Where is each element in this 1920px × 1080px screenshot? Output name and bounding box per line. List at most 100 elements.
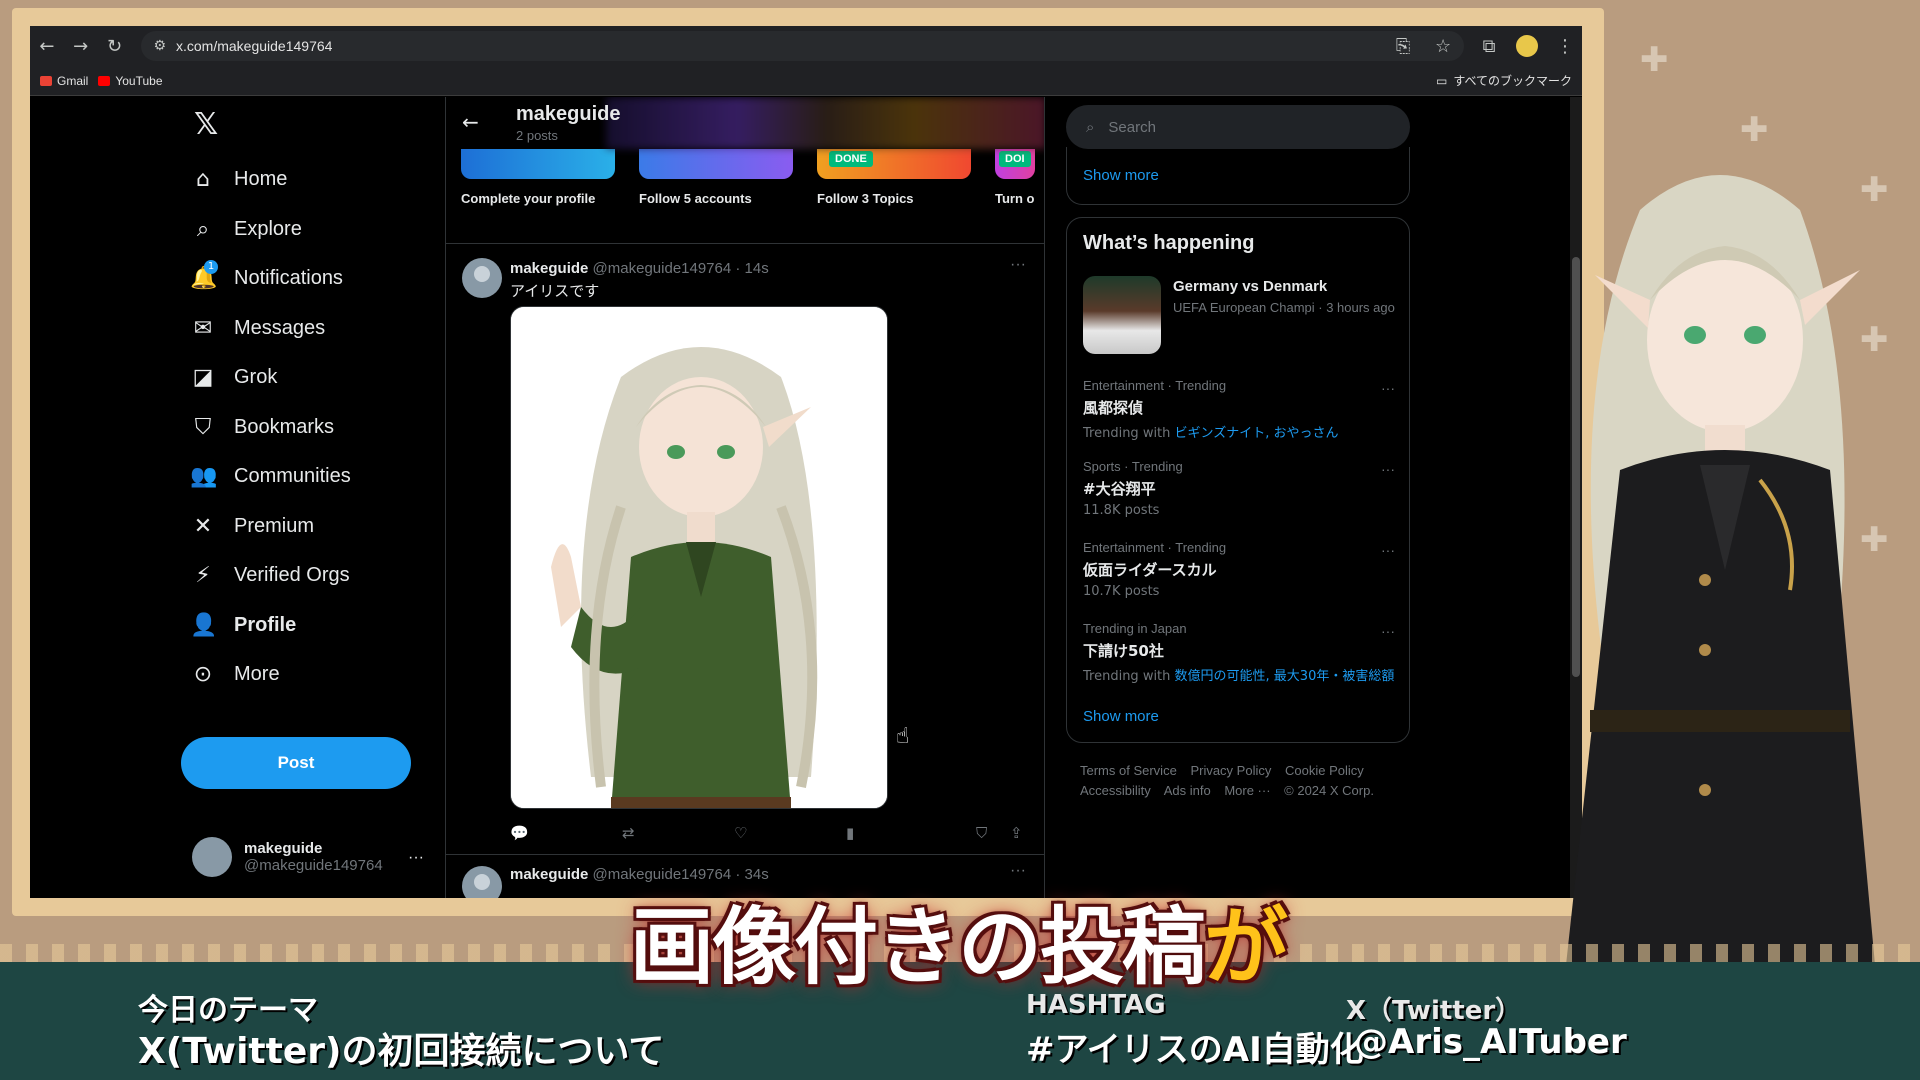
trend-more-icon[interactable]: ···	[1381, 380, 1395, 396]
search-icon: ⌕	[196, 216, 210, 242]
trend-link[interactable]: ビギンズナイト, おやっさん	[1175, 426, 1339, 441]
sidebar-item-label: Grok	[234, 366, 278, 389]
caption-highlight: が	[1204, 898, 1288, 996]
footer-link[interactable]: Ads info	[1164, 783, 1211, 798]
onboarding-card[interactable]: DOI Turn o	[995, 149, 1035, 206]
account-switcher[interactable]: makeguide @makeguide149764	[192, 837, 383, 877]
footer-link[interactable]: Cookie Policy	[1285, 763, 1364, 778]
sidebar-item-profile[interactable]: 👤 Profile	[190, 601, 351, 651]
card-banner: DOI	[995, 149, 1035, 179]
hand-cursor-icon: ☝	[896, 724, 910, 749]
trend-category: Entertainment · Trending	[1083, 378, 1227, 393]
back-arrow-icon[interactable]: ←	[462, 110, 479, 134]
all-bookmarks[interactable]: ▭ すべてのブックマーク	[1436, 72, 1572, 89]
home-icon: ⌂	[196, 167, 210, 193]
bookmark-icon[interactable]: ⛉	[976, 824, 987, 842]
kebab-menu-icon[interactable]: ⋮	[1548, 29, 1582, 63]
sidebar-item-communities[interactable]: 👥 Communities	[190, 452, 351, 502]
sidebar-item-messages[interactable]: ✉ Messages	[190, 304, 351, 354]
tweet-more-icon[interactable]: ···	[1010, 256, 1026, 274]
account-more-icon[interactable]: ···	[408, 849, 424, 867]
onboarding-card[interactable]: DONE Follow 3 Topics	[817, 149, 971, 206]
retweet-icon[interactable]: ⇄	[622, 824, 635, 842]
search-input[interactable]: ⌕ Search	[1066, 105, 1410, 149]
address-bar[interactable]: ⚙ x.com/makeguide149764 ⎘ ☆	[141, 29, 1465, 63]
trend-link[interactable]: 数億円の可能性, 最大30年・被害総額	[1175, 669, 1395, 684]
browser-toolbar: ← → ↻ ⚙ x.com/makeguide149764 ⎘ ☆ ⧉ ⋮	[30, 26, 1582, 66]
trend-more-icon[interactable]: ···	[1381, 542, 1395, 558]
footer-link[interactable]: More ···	[1224, 783, 1270, 798]
sidebar-item-home[interactable]: ⌂ Home	[190, 155, 351, 205]
trend-more-icon[interactable]: ···	[1381, 461, 1395, 477]
anime-character-illustration	[511, 307, 887, 808]
caption-text: 画像付きの投稿	[630, 898, 1206, 996]
sidebar-item-notifications[interactable]: 🔔 1 Notifications	[190, 254, 351, 304]
divider	[446, 854, 1044, 855]
card-banner	[639, 149, 793, 179]
sidebar-item-label: Home	[234, 168, 288, 191]
sidebar-item-more[interactable]: ⊙ More	[190, 650, 351, 700]
like-icon[interactable]: ♡	[734, 824, 747, 842]
bookmark-gmail[interactable]: Gmail	[40, 74, 88, 88]
sidebar-item-label: Notifications	[234, 267, 343, 290]
tweet-actions: 💬 ⇄ ♡ ▮ ⛉ ⇪	[510, 824, 1032, 846]
trend-sub: 10.7K posts	[1083, 584, 1395, 599]
featured-event[interactable]: Germany vs Denmark UEFA European Champi …	[1083, 276, 1395, 354]
avatar[interactable]	[462, 866, 502, 898]
account-name: makeguide	[244, 840, 323, 857]
tweet-image[interactable]	[510, 306, 888, 809]
plus-decoration: ✚	[1740, 110, 1769, 150]
tweet-more-icon[interactable]: ···	[1010, 862, 1026, 880]
onboarding-card[interactable]: Follow 5 accounts	[639, 149, 793, 206]
panel-title: What’s happening	[1083, 232, 1255, 254]
bookmark-label: YouTube	[115, 73, 163, 88]
show-more-link[interactable]: Show more	[1083, 167, 1159, 184]
trend-name: #大谷翔平	[1083, 480, 1156, 498]
url-text: x.com/makeguide149764	[176, 38, 333, 54]
footer-link[interactable]: Accessibility	[1080, 783, 1151, 798]
footer-link[interactable]: Terms of Service	[1080, 763, 1177, 778]
trend-category: Entertainment · Trending	[1083, 540, 1227, 555]
all-bookmarks-label: すべてのブックマーク	[1453, 74, 1572, 88]
site-settings-icon[interactable]: ⚙	[153, 38, 166, 54]
bookmark-label: Gmail	[57, 73, 89, 88]
trend-item[interactable]: Entertainment · Trending 仮面ライダースカル 10.7K…	[1083, 540, 1395, 599]
divider	[446, 243, 1044, 244]
reload-icon[interactable]: ↻	[98, 29, 132, 63]
trend-more-icon[interactable]: ···	[1381, 623, 1395, 639]
forward-icon[interactable]: →	[64, 29, 98, 63]
install-icon[interactable]: ⎘	[1386, 29, 1420, 63]
sidebar-item-verified-orgs[interactable]: ⚡ Verified Orgs	[190, 551, 351, 601]
post-button[interactable]: Post	[181, 737, 411, 789]
theme-title: X(Twitter)の初回接続について	[138, 1031, 665, 1072]
views-icon[interactable]: ▮	[846, 824, 854, 842]
folder-icon: ▭	[1435, 73, 1448, 88]
sidebar-item-premium[interactable]: ✕ Premium	[190, 502, 351, 552]
star-icon[interactable]: ☆	[1426, 29, 1460, 63]
hashtag-label: HASHTAG	[1026, 990, 1166, 1020]
sidebar-item-bookmarks[interactable]: ⛉ Bookmarks	[190, 403, 351, 453]
footer-link[interactable]: Privacy Policy	[1190, 763, 1271, 778]
show-more-link[interactable]: Show more	[1083, 708, 1159, 725]
back-icon[interactable]: ←	[30, 29, 64, 63]
sidebar-item-grok[interactable]: ◪ Grok	[190, 353, 351, 403]
sidebar-item-explore[interactable]: ⌕ Explore	[190, 205, 351, 255]
tweet-author-name[interactable]: makeguide	[510, 260, 588, 277]
tweet-author-name[interactable]: makeguide	[510, 866, 588, 883]
reply-icon[interactable]: 💬	[510, 824, 529, 842]
extensions-icon[interactable]: ⧉	[1472, 29, 1506, 63]
bookmark-youtube[interactable]: YouTube	[98, 73, 163, 88]
trend-item[interactable]: Sports · Trending #大谷翔平 11.8K posts ···	[1083, 459, 1395, 518]
share-icon[interactable]: ⇪	[1010, 824, 1023, 842]
vtuber-avatar	[1560, 175, 1880, 1020]
trend-item[interactable]: Trending in Japan 下請け50社 Trending with 数…	[1083, 621, 1395, 684]
browser-profile-avatar[interactable]	[1516, 35, 1539, 57]
avatar[interactable]	[462, 258, 502, 298]
x-logo-icon[interactable]: 𝕏	[194, 107, 218, 142]
onboarding-card[interactable]: Complete your profile	[461, 149, 615, 206]
card-label: Follow 3 Topics	[817, 191, 914, 206]
trend-item[interactable]: Entertainment · Trending 風都探偵 Trending w…	[1083, 378, 1395, 441]
profile-column: Complete your profile Follow 5 accounts …	[445, 97, 1045, 898]
card-label: Turn o	[995, 191, 1035, 206]
copyright: © 2024 X Corp.	[1284, 783, 1374, 798]
